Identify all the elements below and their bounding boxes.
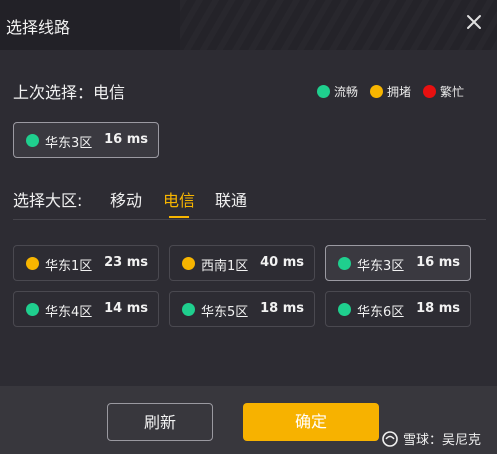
server-name: 华东3区 xyxy=(45,136,93,151)
status-dot-icon xyxy=(26,257,39,270)
server-latency: 16 ms xyxy=(104,132,148,147)
watermark: 雪球：吴尼克 xyxy=(381,429,481,448)
dialog-title: 选择线路 xyxy=(6,18,71,37)
snowball-logo-icon xyxy=(382,430,398,447)
active-tab-underline xyxy=(169,216,189,218)
legend-smooth: 流畅 xyxy=(316,83,358,100)
server-latency: 23 ms xyxy=(104,255,148,270)
server-name: 华东3区 xyxy=(357,259,405,274)
status-dot-icon xyxy=(338,257,351,270)
server-button[interactable]: 华东5区 18 ms xyxy=(169,291,315,327)
last-selection-label: 上次选择：电信 xyxy=(13,83,126,102)
legend-smooth-label: 流畅 xyxy=(333,85,358,99)
tab-divider xyxy=(13,219,486,220)
status-dot-icon xyxy=(338,303,351,316)
red-dot-icon xyxy=(422,85,436,98)
server-button[interactable]: 华东6区 18 ms xyxy=(325,291,471,327)
status-dot-icon xyxy=(182,303,195,316)
server-button[interactable]: 华东1区 23 ms xyxy=(13,245,159,281)
watermark-text: 雪球：吴尼克 xyxy=(402,433,481,448)
server-latency: 14 ms xyxy=(104,301,148,316)
legend-busy-label: 繁忙 xyxy=(439,85,464,99)
server-latency: 16 ms xyxy=(416,255,460,270)
tab-unicom[interactable]: 联通 xyxy=(215,187,247,211)
server-button[interactable]: 华东3区 16 ms xyxy=(325,245,471,281)
dialog-titlebar: 选择线路 xyxy=(0,0,497,50)
region-label: 选择大区: xyxy=(13,191,83,210)
server-name: 西南1区 xyxy=(201,259,249,274)
status-dot-icon xyxy=(26,303,39,316)
select-route-dialog: 选择线路 上次选择：电信 流畅 拥堵 繁忙 华东3区 16 ms 选择大区: 移… xyxy=(0,0,497,454)
legend-busy: 繁忙 xyxy=(422,83,464,100)
green-dot-icon xyxy=(316,85,330,98)
server-latency: 18 ms xyxy=(260,301,304,316)
close-icon[interactable] xyxy=(463,11,485,33)
server-name: 华东4区 xyxy=(45,305,93,320)
yellow-dot-icon xyxy=(369,85,383,98)
green-dot-icon xyxy=(26,134,39,147)
tab-telecom[interactable]: 电信 xyxy=(163,187,195,211)
server-latency: 18 ms xyxy=(416,301,460,316)
server-latency: 40 ms xyxy=(260,255,304,270)
legend-congested-label: 拥堵 xyxy=(386,85,411,99)
refresh-button[interactable]: 刷新 xyxy=(107,403,213,441)
status-dot-icon xyxy=(182,257,195,270)
tab-mobile[interactable]: 移动 xyxy=(110,187,142,211)
server-name: 华东6区 xyxy=(357,305,405,320)
server-name: 华东5区 xyxy=(201,305,249,320)
confirm-button[interactable]: 确定 xyxy=(243,403,379,441)
dialog-footer: 刷新 确定 雪球：吴尼克 xyxy=(0,386,497,454)
server-button[interactable]: 西南1区 40 ms xyxy=(169,245,315,281)
server-name: 华东1区 xyxy=(45,259,93,274)
titlebar-background-texture xyxy=(180,0,497,50)
legend-congested: 拥堵 xyxy=(369,83,411,100)
server-button[interactable]: 华东4区 14 ms xyxy=(13,291,159,327)
last-selection-server-button[interactable]: 华东3区 16 ms xyxy=(13,122,159,158)
status-legend: 流畅 拥堵 繁忙 xyxy=(316,83,464,100)
